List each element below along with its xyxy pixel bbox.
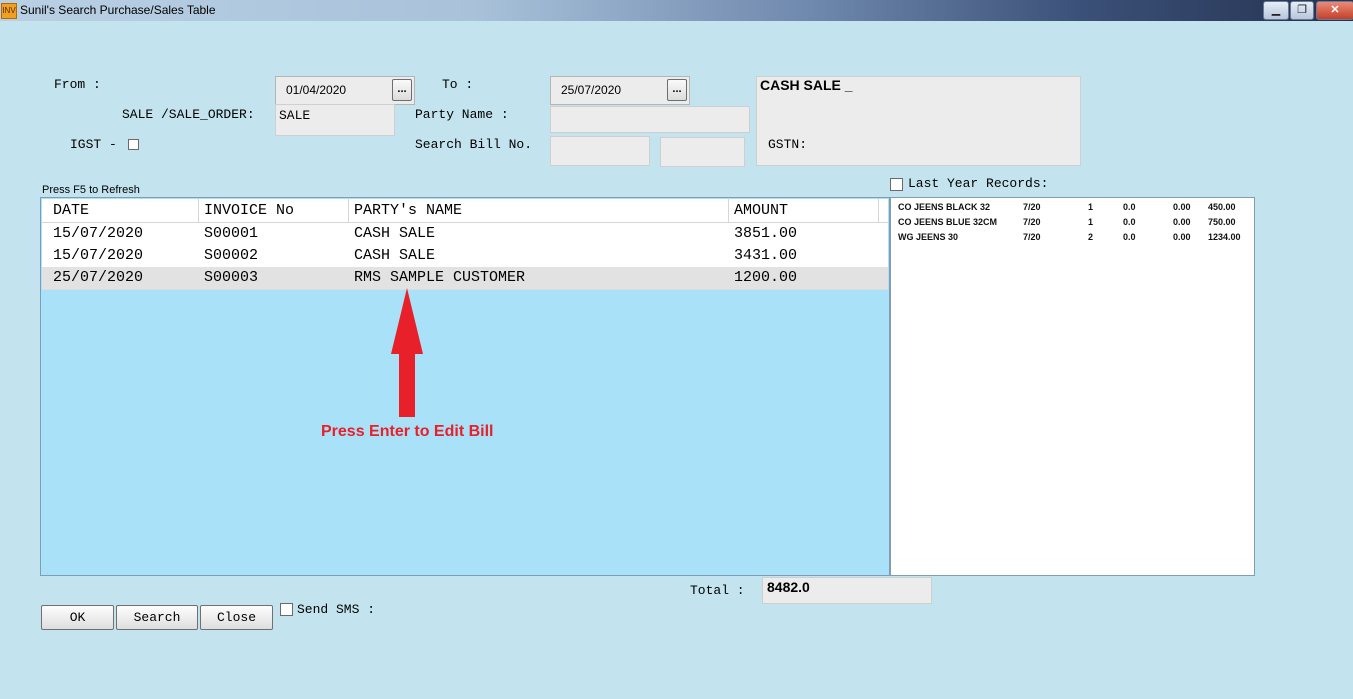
from-label: From : (54, 77, 101, 92)
column-header-party[interactable]: PARTY's NAME (354, 202, 462, 219)
igst-label: IGST - (70, 137, 117, 152)
app-icon: INV (1, 3, 17, 19)
window-title: Sunil's Search Purchase/Sales Table (20, 3, 216, 17)
search-bill-input[interactable] (550, 136, 650, 166)
party-info-name: CASH SALE _ (760, 77, 853, 93)
sale-type-label: SALE /SALE_ORDER: (122, 107, 255, 122)
party-name-label: Party Name : (415, 107, 509, 122)
party-name-input[interactable] (550, 106, 750, 133)
ok-button[interactable]: OK (41, 605, 114, 630)
from-date-picker-button[interactable]: ... (392, 79, 412, 101)
table-row-selected[interactable]: 25/07/2020 S00003 RMS SAMPLE CUSTOMER 12… (42, 267, 888, 290)
table-row[interactable]: 15/07/2020 S00001 CASH SALE 3851.00 (42, 223, 888, 246)
detail-item: CO JEENS BLACK 32 (898, 202, 991, 212)
detail-row: CO JEENS BLACK 32 7/20 1 0.0 0.00 450.00 (891, 202, 1254, 216)
item-detail-panel[interactable]: CO JEENS BLACK 32 7/20 1 0.0 0.00 450.00… (890, 197, 1255, 576)
cell-invoice: S00003 (204, 269, 259, 286)
to-label: To : (442, 77, 474, 92)
detail-qty: 1 (1088, 202, 1094, 212)
detail-disc: 0.0 (1123, 202, 1136, 212)
grid-header: DATE INVOICE No PARTY's NAME AMOUNT (42, 199, 888, 223)
cell-party: RMS SAMPLE CUSTOMER (354, 269, 526, 286)
close-window-button[interactable]: ✕ (1316, 1, 1353, 20)
last-year-checkbox[interactable] (890, 178, 903, 191)
table-row[interactable]: 15/07/2020 S00002 CASH SALE 3431.00 (42, 245, 888, 268)
detail-item: WG JEENS 30 (898, 232, 959, 242)
cell-party: CASH SALE (354, 247, 436, 264)
detail-date: 7/20 (1023, 232, 1041, 242)
sale-type-field[interactable]: SALE (275, 104, 395, 136)
refresh-hint: Press F5 to Refresh (42, 184, 140, 196)
search-button[interactable]: Search (116, 605, 198, 630)
total-value: 8482.0 (762, 577, 932, 604)
column-header-amount[interactable]: AMOUNT (734, 202, 788, 219)
detail-date: 7/20 (1023, 217, 1041, 227)
detail-date: 7/20 (1023, 202, 1041, 212)
detail-tax: 0.00 (1173, 202, 1191, 212)
detail-amount: 750.00 (1208, 217, 1236, 227)
invoice-grid[interactable]: DATE INVOICE No PARTY's NAME AMOUNT 15/0… (40, 197, 890, 576)
detail-item: CO JEENS BLUE 32CM (898, 217, 998, 227)
cell-date: 15/07/2020 (53, 225, 144, 242)
last-year-label: Last Year Records: (908, 176, 1049, 191)
cell-invoice: S00001 (204, 225, 259, 242)
detail-tax: 0.00 (1173, 232, 1191, 242)
edit-bill-hint: Press Enter to Edit Bill (321, 423, 494, 440)
cell-amount: 3851.00 (734, 225, 798, 242)
cell-date: 25/07/2020 (53, 269, 144, 286)
cell-amount: 1200.00 (734, 269, 798, 286)
detail-row: WG JEENS 30 7/20 2 0.0 0.00 1234.00 (891, 232, 1254, 246)
minimize-button[interactable]: ▁ (1263, 1, 1289, 20)
detail-disc: 0.0 (1123, 232, 1136, 242)
restore-button[interactable]: ❐ (1290, 1, 1314, 20)
cell-invoice: S00002 (204, 247, 259, 264)
close-button[interactable]: Close (200, 605, 273, 630)
detail-row: CO JEENS BLUE 32CM 7/20 1 0.0 0.00 750.0… (891, 217, 1254, 231)
detail-amount: 1234.00 (1208, 232, 1241, 242)
send-sms-label: Send SMS : (297, 602, 376, 617)
detail-qty: 1 (1088, 217, 1094, 227)
to-date-picker-button[interactable]: ... (667, 79, 687, 101)
cell-party: CASH SALE (354, 225, 436, 242)
gstn-label: GSTN: (768, 137, 808, 152)
column-header-date[interactable]: DATE (53, 202, 89, 219)
detail-amount: 450.00 (1208, 202, 1236, 212)
cell-amount: 3431.00 (734, 247, 798, 264)
search-bill-input-2[interactable] (660, 137, 745, 167)
total-label: Total : (690, 583, 745, 598)
detail-disc: 0.0 (1123, 217, 1136, 227)
arrow-up-icon (391, 288, 423, 417)
igst-checkbox[interactable] (128, 139, 139, 150)
send-sms-checkbox[interactable] (280, 603, 293, 616)
cell-date: 15/07/2020 (53, 247, 144, 264)
detail-tax: 0.00 (1173, 217, 1191, 227)
search-bill-label: Search Bill No. (415, 137, 533, 152)
detail-qty: 2 (1088, 232, 1094, 242)
column-header-invoice[interactable]: INVOICE No (204, 202, 294, 219)
